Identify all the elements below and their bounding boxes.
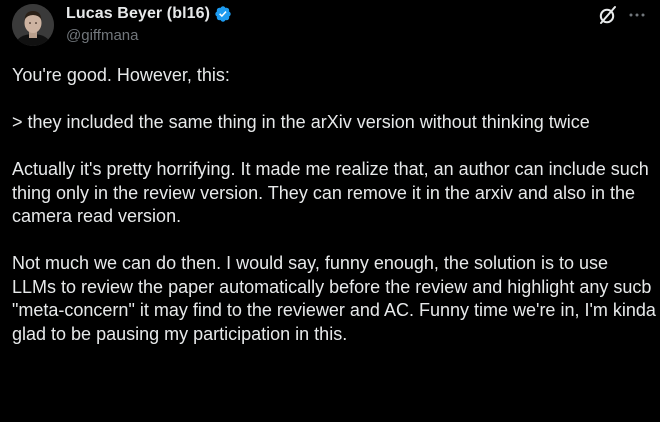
more-options-icon[interactable] [626,4,648,26]
tweet-paragraph: Not much we can do then. I would say, fu… [12,253,656,344]
grok-icon[interactable] [597,4,619,26]
author-display-name[interactable]: Lucas Beyer (bl16) [66,5,210,23]
verified-badge-icon[interactable] [214,5,232,23]
tweet-paragraph: You're good. However, this: [12,65,230,85]
avatar[interactable] [12,4,54,46]
author-name-row: Lucas Beyer (bl16) [66,4,232,24]
tweet: Lucas Beyer (bl16) @giffmana You're good… [0,0,660,422]
author-handle[interactable]: @giffmana [66,27,139,44]
tweet-paragraph: Actually it's pretty horrifying. It made… [12,159,654,226]
tweet-text: You're good. However, this: > they inclu… [12,64,656,346]
tweet-quote-paragraph: > they included the same thing in the ar… [12,112,590,132]
avatar-image [12,4,54,46]
